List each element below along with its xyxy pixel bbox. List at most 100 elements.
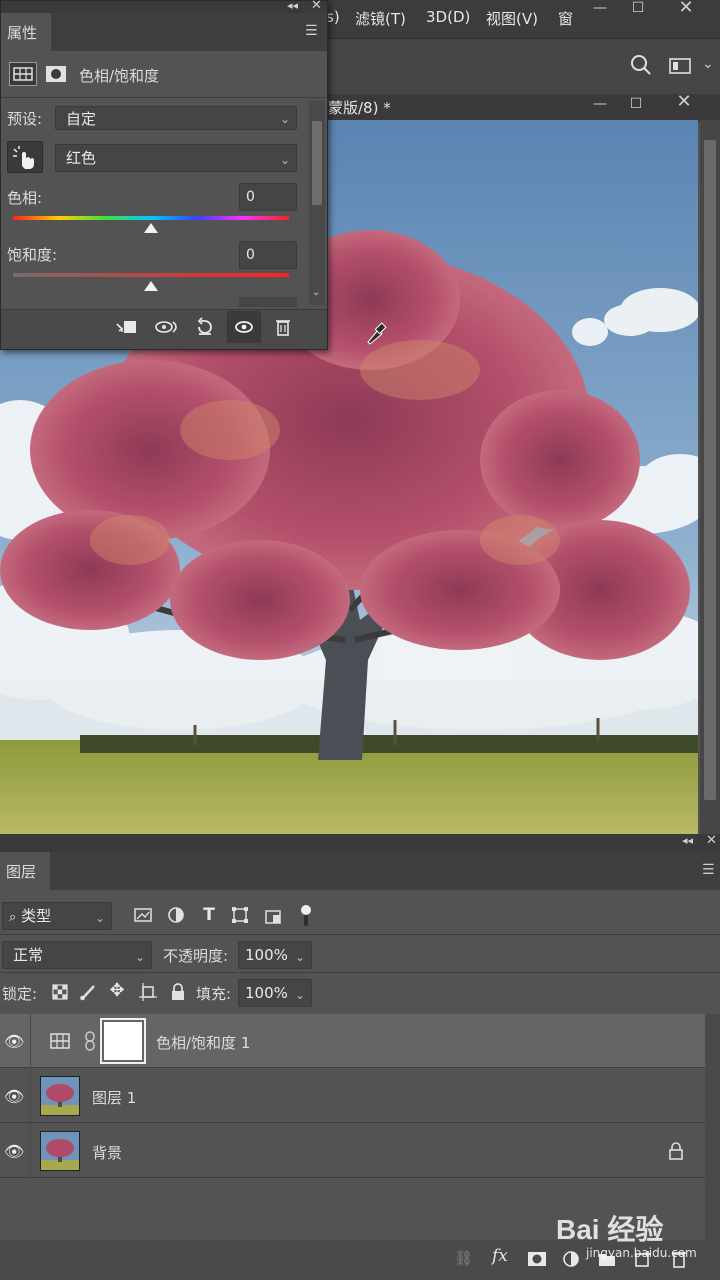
lock-label: 锁定:: [2, 985, 38, 1003]
menu-item-filter[interactable]: 滤镜(T): [355, 8, 406, 29]
doc-minimize-icon[interactable]: —: [580, 94, 620, 116]
trash-icon[interactable]: [269, 315, 297, 339]
menu-item-type[interactable]: s): [326, 8, 340, 26]
targeted-adjustment-tool[interactable]: [7, 141, 43, 173]
lock-transparent-icon[interactable]: [50, 982, 70, 1002]
properties-scroll-thumb[interactable]: [312, 121, 322, 205]
chevron-down-icon: ⌄: [294, 950, 305, 964]
opacity-label: 不透明度:: [163, 947, 229, 965]
doc-maximize-icon[interactable]: ☐: [616, 94, 656, 116]
canvas-scroll-thumb[interactable]: [704, 140, 716, 800]
panel-menu-icon[interactable]: ☰: [305, 23, 318, 39]
panel-menu-icon[interactable]: ☰: [702, 862, 715, 878]
layers-grip[interactable]: [0, 834, 720, 852]
mask-icon[interactable]: [43, 62, 69, 86]
preset-label: 预设:: [7, 110, 43, 128]
blend-mode-dropdown[interactable]: 正常 ⌄: [2, 941, 152, 969]
filter-toggle-icon[interactable]: [298, 902, 314, 928]
options-bar: [328, 38, 720, 94]
panel-grip[interactable]: [1, 1, 327, 13]
filter-adjustment-icon[interactable]: [165, 904, 187, 926]
link-icon[interactable]: [84, 1030, 96, 1052]
view-previous-state-icon[interactable]: [153, 315, 181, 339]
eye-icon[interactable]: 👁: [4, 1032, 24, 1051]
opacity-input[interactable]: 100% ⌄: [238, 941, 312, 969]
layer-row-adjustment[interactable]: 👁 色相/饱和度 1: [0, 1014, 705, 1068]
layer-thumbnail[interactable]: [40, 1131, 80, 1171]
link-layers-icon[interactable]: ⛓: [454, 1249, 478, 1271]
panel-close-icon[interactable]: ✕: [706, 833, 717, 848]
properties-panel: ◂◂ ✕ 属性 ☰ 色相/饱和度 预设: 自定 ⌄ 红色 ⌄ 色相: 0 饱和度…: [0, 0, 328, 350]
eye-icon[interactable]: 👁: [4, 1087, 24, 1106]
new-adjustment-icon[interactable]: [560, 1248, 582, 1270]
preset-value: 自定: [66, 110, 97, 128]
tab-properties-label: 属性: [7, 24, 38, 42]
adjustment-icon[interactable]: [9, 62, 37, 86]
menu-item-window[interactable]: 窗: [558, 8, 573, 29]
menu-item-3d[interactable]: 3D(D): [426, 8, 470, 26]
fill-input[interactable]: 100% ⌄: [238, 979, 312, 1007]
filter-pixel-icon[interactable]: [132, 904, 154, 926]
search-icon: ⌕: [9, 910, 17, 925]
saturation-input[interactable]: 0: [239, 241, 297, 269]
doc-close-icon[interactable]: ✕: [664, 92, 704, 114]
channel-dropdown[interactable]: 红色 ⌄: [55, 144, 297, 172]
filter-smart-object-icon[interactable]: [262, 904, 284, 926]
eye-icon[interactable]: 👁: [4, 1142, 24, 1161]
search-icon[interactable]: [628, 52, 654, 78]
collapse-icon[interactable]: ◂◂: [682, 834, 693, 847]
clip-to-layer-icon[interactable]: [113, 315, 141, 339]
fill-label: 填充:: [196, 985, 232, 1003]
opacity-value: 100%: [245, 946, 288, 964]
divider: [30, 1069, 31, 1123]
hue-slider-track[interactable]: [13, 216, 289, 220]
document-title: 蒙版/8) *: [328, 99, 391, 117]
layer-name[interactable]: 背景: [92, 1142, 122, 1163]
maximize-icon[interactable]: ☐: [618, 0, 658, 20]
lock-all-icon[interactable]: [168, 981, 188, 1003]
fx-icon[interactable]: fx: [492, 1246, 516, 1270]
saturation-slider-track[interactable]: [13, 273, 289, 277]
preset-dropdown[interactable]: 自定 ⌄: [55, 106, 297, 130]
add-mask-icon[interactable]: [526, 1248, 548, 1270]
lock-position-icon[interactable]: ✥: [106, 980, 128, 1002]
chevron-down-icon: ⌄: [294, 988, 305, 1002]
lock-artboard-icon[interactable]: [138, 982, 158, 1002]
document-tab[interactable]: 蒙版/8) *: [328, 94, 720, 122]
workspace-icon[interactable]: [668, 56, 694, 76]
baidu-watermark-logo: Bai 经验: [556, 1214, 664, 1245]
reset-icon[interactable]: [191, 315, 219, 339]
close-icon[interactable]: ✕: [666, 0, 706, 20]
lock-icon: [666, 1141, 686, 1161]
lock-pixels-icon[interactable]: [78, 982, 98, 1002]
chevron-down-icon[interactable]: ⌄: [702, 56, 714, 72]
layer-name[interactable]: 图层 1: [92, 1087, 136, 1108]
adjustment-title: 色相/饱和度: [79, 67, 160, 85]
filter-shape-icon[interactable]: [229, 904, 251, 926]
eye-icon: [235, 321, 253, 333]
fill-value: 100%: [245, 984, 288, 1002]
minimize-icon[interactable]: —: [580, 0, 620, 20]
hue-input[interactable]: 0: [239, 183, 297, 211]
layer-name[interactable]: 色相/饱和度 1: [156, 1032, 250, 1053]
hue-slider-thumb[interactable]: [144, 223, 158, 233]
tab-layers[interactable]: 图层: [0, 852, 50, 890]
eyedropper-cursor-icon: [364, 320, 388, 346]
filter-type-icon[interactable]: T: [198, 904, 220, 926]
layers-scrollbar[interactable]: [705, 1014, 720, 1240]
layer-row-background[interactable]: 👁 背景: [0, 1124, 705, 1178]
layers-header: [0, 852, 720, 890]
panel-close-icon[interactable]: ✕: [311, 0, 322, 13]
menu-item-view[interactable]: 视图(V): [486, 8, 538, 29]
chevron-down-icon: ⌄: [279, 153, 290, 167]
visibility-toggle[interactable]: [227, 311, 261, 343]
layer-filter-dropdown[interactable]: ⌕ 类型 ⌄: [2, 902, 112, 930]
lightness-input-partial[interactable]: [239, 297, 297, 307]
layer-mask-thumbnail[interactable]: [100, 1018, 146, 1064]
collapse-icon[interactable]: ◂◂: [287, 0, 298, 12]
tab-properties[interactable]: 属性: [1, 13, 51, 51]
layer-thumbnail[interactable]: [40, 1076, 80, 1116]
layer-row-layer1[interactable]: 👁 图层 1: [0, 1069, 705, 1123]
scroll-down-icon[interactable]: ⌄: [312, 287, 320, 298]
saturation-slider-thumb[interactable]: [144, 281, 158, 291]
